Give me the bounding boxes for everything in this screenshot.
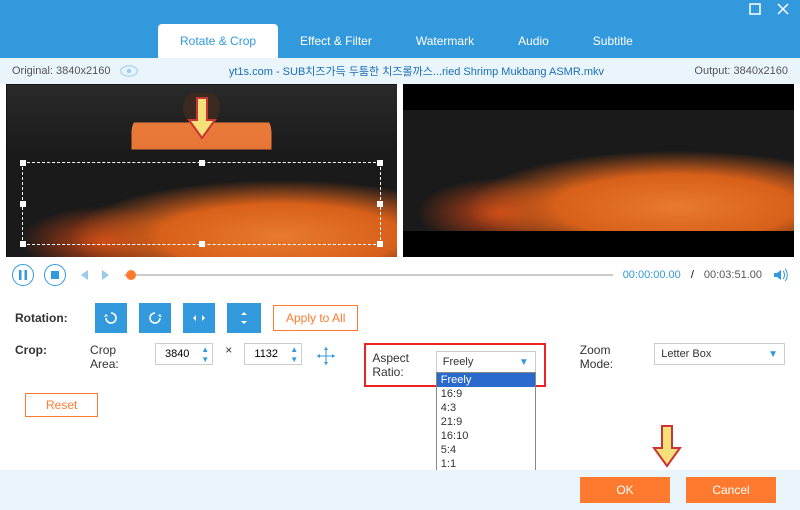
time-duration: 00:03:51.00	[704, 269, 762, 281]
pause-button[interactable]	[12, 264, 34, 286]
zoom-mode-select[interactable]: Letter Box▼	[654, 343, 785, 365]
aspect-ratio-highlight: Aspect Ratio: Freely▼ Freely16:94:321:91…	[364, 343, 545, 387]
zoom-mode-label: Zoom Mode:	[580, 343, 642, 371]
spinner-up-icon[interactable]: ▲	[198, 344, 212, 354]
close-icon[interactable]	[776, 2, 790, 21]
aspect-option[interactable]: 16:10	[437, 429, 535, 443]
spinner-down-icon[interactable]: ▼	[287, 354, 301, 364]
aspect-option[interactable]: 4:3	[437, 401, 535, 415]
aspect-option[interactable]: 1:1	[437, 457, 535, 471]
center-crop-icon[interactable]	[314, 343, 338, 369]
crop-handle[interactable]	[377, 201, 383, 207]
crop-label: Crop:	[15, 343, 78, 357]
player-bar: 00:00:00.00/00:03:51.00	[0, 257, 800, 293]
volume-icon[interactable]	[772, 267, 788, 283]
crop-handle[interactable]	[20, 160, 26, 166]
aspect-option[interactable]: 5:4	[437, 443, 535, 457]
crop-height-input[interactable]: ▲▼	[244, 343, 302, 365]
rotate-left-button[interactable]	[95, 303, 127, 333]
playhead[interactable]	[126, 270, 136, 280]
crop-handle[interactable]	[377, 241, 383, 247]
crop-width-input[interactable]: ▲▼	[155, 343, 213, 365]
tab-subtitle[interactable]: Subtitle	[571, 24, 655, 58]
next-frame-icon[interactable]	[100, 268, 114, 282]
chevron-down-icon: ▼	[519, 357, 529, 368]
crop-handle[interactable]	[199, 241, 205, 247]
crop-selection[interactable]	[22, 162, 381, 245]
guide-arrow-icon	[187, 96, 217, 140]
flip-horizontal-button[interactable]	[183, 303, 215, 333]
apply-to-all-button[interactable]: Apply to All	[273, 305, 358, 331]
tab-rotate-crop[interactable]: Rotate & Crop	[158, 24, 278, 58]
crop-handle[interactable]	[377, 160, 383, 166]
tab-watermark[interactable]: Watermark	[394, 24, 496, 58]
crop-area-label: Crop Area:	[90, 343, 143, 371]
output-dimensions: Output: 3840x2160	[694, 65, 788, 77]
preview-row	[0, 84, 800, 257]
guide-arrow-icon	[652, 424, 682, 468]
aspect-option[interactable]: Freely	[437, 373, 535, 387]
rotate-right-button[interactable]	[139, 303, 171, 333]
aspect-option[interactable]: 21:9	[437, 415, 535, 429]
controls: Rotation: Apply to All Crop: Crop Area: …	[0, 293, 800, 433]
eye-icon[interactable]	[120, 65, 138, 77]
crop-handle[interactable]	[20, 241, 26, 247]
original-dimensions: Original: 3840x2160	[12, 65, 110, 77]
time-current: 00:00:00.00	[623, 269, 681, 281]
titlebar	[0, 0, 800, 22]
spinner-down-icon[interactable]: ▼	[198, 354, 212, 364]
aspect-ratio-label: Aspect Ratio:	[372, 351, 430, 379]
tab-effect-filter[interactable]: Effect & Filter	[278, 24, 394, 58]
flip-vertical-button[interactable]	[227, 303, 261, 333]
info-bar: Original: 3840x2160 yt1s.com - SUB치즈가득 두…	[0, 58, 800, 84]
chevron-down-icon: ▼	[768, 349, 778, 360]
prev-frame-icon[interactable]	[76, 268, 90, 282]
crop-handle[interactable]	[199, 160, 205, 166]
ok-button[interactable]: OK	[580, 477, 670, 503]
reset-button[interactable]: Reset	[25, 393, 98, 417]
spinner-up-icon[interactable]: ▲	[287, 344, 301, 354]
filename-label: yt1s.com - SUB치즈가득 두툼한 치즈롤까스...ried Shri…	[229, 63, 604, 79]
crop-handle[interactable]	[20, 201, 26, 207]
cancel-button[interactable]: Cancel	[686, 477, 776, 503]
aspect-option[interactable]: 16:9	[437, 387, 535, 401]
original-preview[interactable]	[6, 84, 397, 257]
tab-bar: Rotate & Crop Effect & Filter Watermark …	[0, 22, 800, 58]
aspect-ratio-select[interactable]: Freely▼	[436, 351, 536, 373]
rotation-label: Rotation:	[15, 311, 83, 325]
stop-button[interactable]	[44, 264, 66, 286]
window-restore-icon[interactable]	[748, 2, 762, 21]
timeline[interactable]	[124, 274, 613, 276]
footer: OK Cancel	[0, 470, 800, 510]
aspect-ratio-dropdown[interactable]: Freely16:94:321:916:105:41:19:16	[436, 372, 536, 486]
output-preview	[403, 84, 794, 257]
tab-audio[interactable]: Audio	[496, 24, 571, 58]
